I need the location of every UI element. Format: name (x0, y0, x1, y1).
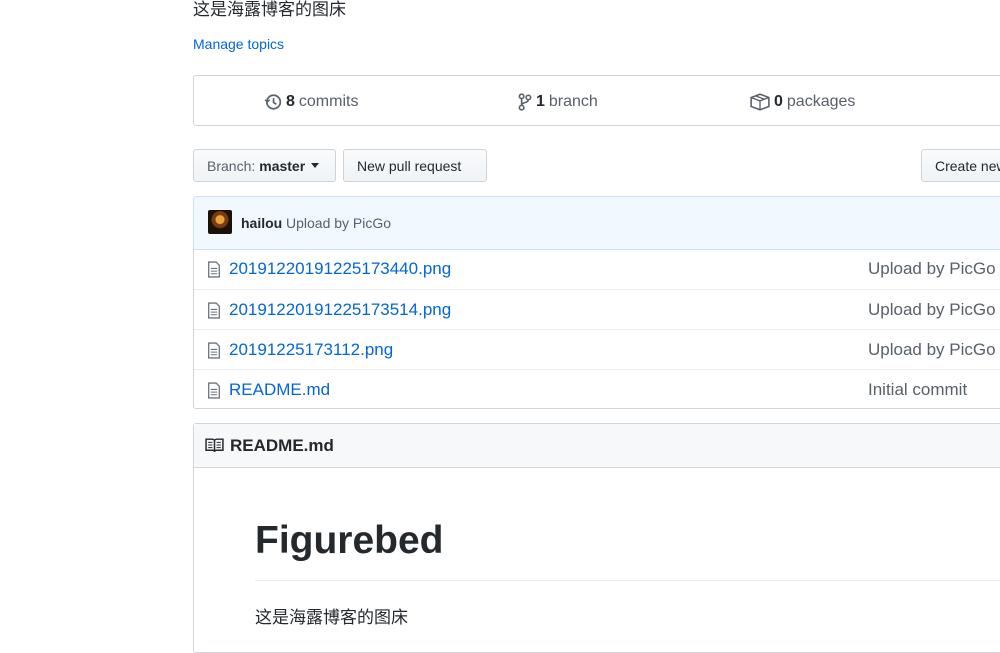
new-pull-request-button[interactable]: New pull request (343, 149, 487, 182)
file-name-link[interactable]: 20191225173112.png (229, 340, 393, 360)
commit-author[interactable]: hailou (241, 215, 282, 231)
packages-stat[interactable]: 0 packages (750, 76, 855, 127)
file-list: 20191220191225173440.png Upload by PicGo… (193, 249, 1000, 409)
manage-topics-link[interactable]: Manage topics (193, 36, 284, 52)
commits-stat[interactable]: 8 commits (264, 76, 358, 127)
file-commit-message[interactable]: Upload by PicGo (868, 259, 996, 279)
packages-count: 0 (774, 92, 783, 110)
branch-select-button[interactable]: Branch: master (193, 149, 336, 182)
readme-title: README.md (230, 436, 334, 455)
package-icon (750, 92, 770, 111)
readme-header: README.md (194, 424, 1000, 468)
file-icon (208, 342, 220, 359)
file-name-link[interactable]: 20191220191225173440.png (229, 259, 451, 279)
git-branch-icon (518, 92, 532, 111)
file-icon (208, 261, 220, 278)
branch-name: master (259, 157, 306, 174)
caret-down-icon (311, 163, 320, 168)
file-icon (208, 302, 220, 319)
file-commit-message[interactable]: Upload by PicGo (868, 300, 996, 320)
file-name-link[interactable]: README.md (229, 380, 330, 400)
repo-summary-bar: 8 commits 1 branch 0 packages (193, 75, 1000, 126)
branches-label: branch (548, 92, 598, 110)
file-icon (208, 382, 220, 399)
file-commit-message[interactable]: Initial commit (868, 380, 967, 400)
latest-commit-bar: hailou Upload by PicGo (193, 196, 1000, 250)
commits-count: 8 (286, 92, 295, 110)
book-icon (205, 438, 224, 452)
branches-stat[interactable]: 1 branch (518, 76, 598, 127)
readme-paragraph: 这是海露博客的图床 (255, 608, 408, 627)
branch-prefix: Branch: (207, 157, 256, 174)
readme-heading: Figurebed (255, 519, 444, 562)
branches-count: 1 (536, 92, 545, 110)
file-row: 20191220191225173440.png Upload by PicGo (194, 249, 1000, 289)
avatar[interactable] (208, 210, 232, 234)
file-row: 20191220191225173514.png Upload by PicGo (194, 289, 1000, 330)
heading-divider (255, 580, 1000, 581)
repo-description: 这是海露博客的图床 (193, 0, 346, 19)
history-icon (264, 93, 282, 110)
file-name-link[interactable]: 20191220191225173514.png (229, 300, 451, 320)
create-new-file-button[interactable]: Create new file (921, 149, 1000, 182)
commit-message[interactable]: Upload by PicGo (286, 215, 391, 231)
file-commit-message[interactable]: Upload by PicGo (868, 340, 996, 360)
commits-label: commits (298, 92, 359, 110)
file-row: 20191225173112.png Upload by PicGo (194, 329, 1000, 370)
file-row: README.md Initial commit (194, 369, 1000, 410)
packages-label: packages (786, 92, 856, 110)
